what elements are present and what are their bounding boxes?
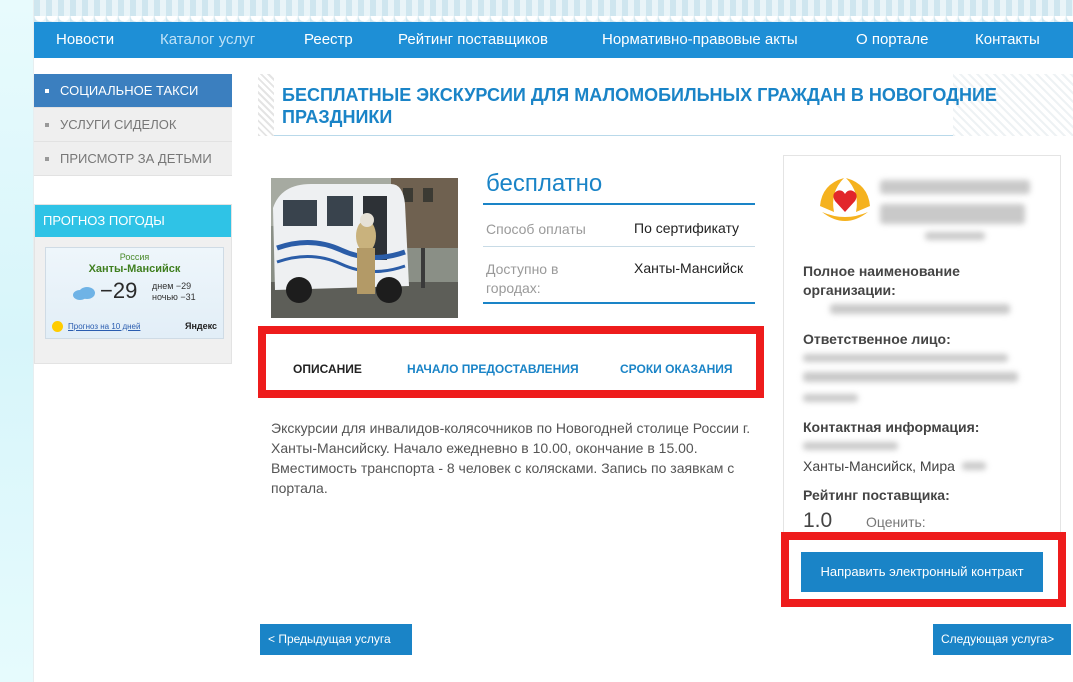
cities-label: Доступно в городах: xyxy=(486,261,559,296)
provider-address: Ханты-Мансийск, Мира xyxy=(803,458,955,474)
weather-country: Россия xyxy=(119,252,150,262)
yandex-logo: Яндекс xyxy=(184,321,217,331)
header-decor xyxy=(34,0,1073,22)
responsible-person-label: Ответственное лицо: xyxy=(803,331,951,347)
payment-label: Способ оплаты xyxy=(486,221,586,237)
weather-day-temp: днем −29 xyxy=(152,281,192,291)
send-contract-button[interactable]: Направить электронный контракт xyxy=(801,552,1043,592)
sidebar-menu: СОЦИАЛЬНОЕ ТАКСИ УСЛУГИ СИДЕЛОК ПРИСМОТР… xyxy=(34,74,232,176)
info-divider xyxy=(483,302,755,304)
contact-info-label: Контактная информация: xyxy=(803,419,980,435)
tab-start-of-service[interactable]: НАЧАЛО ПРЕДОСТАВЛЕНИЯ xyxy=(407,362,579,376)
sidebar-item-social-taxi[interactable]: СОЦИАЛЬНОЕ ТАКСИ xyxy=(34,74,232,108)
page-title: БЕСПЛАТНЫЕ ЭКСКУРСИИ ДЛЯ МАЛОМОБИЛЬНЫХ Г… xyxy=(282,85,997,127)
provider-logo-text-blurred xyxy=(925,232,985,240)
nav-contacts[interactable]: Контакты xyxy=(975,22,1040,58)
nav-about[interactable]: О портале xyxy=(856,22,928,58)
nav-registry[interactable]: Реестр xyxy=(304,22,353,58)
sidebar-item-caregivers[interactable]: УСЛУГИ СИДЕЛОК xyxy=(34,108,232,142)
service-tabs: ОПИСАНИЕ НАЧАЛО ПРЕДОСТАВЛЕНИЯ СРОКИ ОКА… xyxy=(258,326,764,398)
sidebar-item-childcare[interactable]: ПРИСМОТР ЗА ДЕТЬМИ xyxy=(34,142,232,176)
responsible-person-blurred xyxy=(803,354,1008,362)
next-service-button[interactable]: Следующая услуга> xyxy=(933,624,1071,655)
provider-logo-text-blurred xyxy=(880,204,1025,224)
rate-label[interactable]: Оценить: xyxy=(866,514,926,530)
cities-value: Ханты-Мансийск xyxy=(634,260,744,276)
service-photo xyxy=(271,178,458,318)
left-decor-strip xyxy=(0,0,34,682)
weather-night-temp: ночью −31 xyxy=(152,292,196,302)
provider-fullname-blurred xyxy=(830,304,1010,314)
responsible-person-blurred xyxy=(803,394,858,402)
nav-news[interactable]: Новости xyxy=(56,22,114,58)
provider-logo-text-blurred xyxy=(880,180,1030,194)
forecast-link[interactable]: Прогноз на 10 дней xyxy=(68,322,140,331)
provider-address-blurred xyxy=(962,462,986,470)
provider-rating-label: Рейтинг поставщика: xyxy=(803,487,950,503)
heart-hands-icon xyxy=(820,178,870,221)
tab-service-terms[interactable]: СРОКИ ОКАЗАНИЯ xyxy=(620,362,733,376)
responsible-person-blurred xyxy=(803,372,1018,382)
nav-legal-acts[interactable]: Нормативно-правовые акты xyxy=(602,22,798,58)
provider-rating-value: 1.0 xyxy=(803,509,833,532)
main-nav: Новости Каталог услуг Реестр Рейтинг пос… xyxy=(34,22,1073,58)
previous-service-button[interactable]: < Предыдущая услуга xyxy=(260,624,412,655)
payment-value: По сертификату xyxy=(634,220,740,236)
weather-panel: ПРОГНОЗ ПОГОДЫ Россия Ханты-Мансийск −29… xyxy=(34,204,232,364)
info-divider xyxy=(483,246,755,247)
yandex-weather-icon xyxy=(52,321,63,332)
weather-city: Ханты-Мансийск xyxy=(88,263,181,275)
weather-widget[interactable]: Россия Ханты-Мансийск −29 днем −29 ночью… xyxy=(45,247,224,339)
price-divider xyxy=(483,203,755,205)
service-price: бесплатно xyxy=(486,170,603,197)
provider-fullname-label: Полное наименование организации: xyxy=(803,263,960,298)
contact-info-blurred xyxy=(803,442,898,450)
weather-temperature: −29 xyxy=(100,278,138,303)
cloud-icon xyxy=(73,287,95,300)
nav-catalog[interactable]: Каталог услуг xyxy=(160,22,255,58)
service-description: Экскурсии для инвалидов-колясочников по … xyxy=(271,420,751,496)
nav-provider-rating[interactable]: Рейтинг поставщиков xyxy=(398,22,548,58)
tab-description[interactable]: ОПИСАНИЕ xyxy=(293,362,362,376)
weather-title: ПРОГНОЗ ПОГОДЫ xyxy=(35,205,231,237)
